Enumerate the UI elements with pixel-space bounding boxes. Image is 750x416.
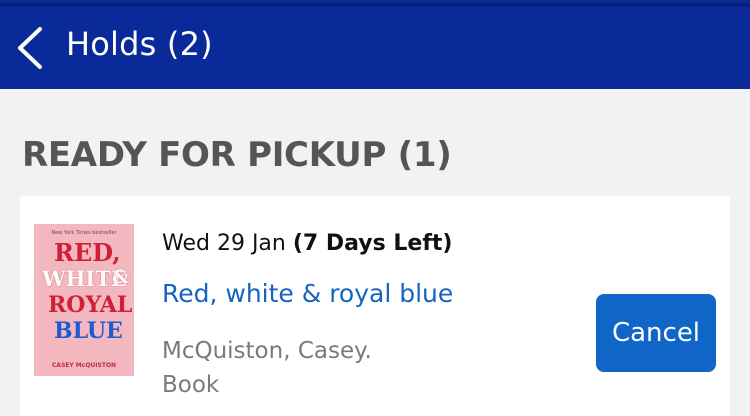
cover-tagline: New York Times bestseller xyxy=(51,230,117,236)
status-strip xyxy=(0,3,750,7)
cancel-button[interactable]: Cancel xyxy=(596,294,716,372)
top-app-bar: Holds (2) xyxy=(0,0,750,89)
pickup-date: Wed 29 Jan xyxy=(162,231,286,256)
chevron-left-icon xyxy=(18,27,42,69)
days-left: (7 Days Left) xyxy=(292,231,453,256)
cover-ampersand: & xyxy=(112,266,130,288)
book-format: Book xyxy=(162,372,220,398)
cover-word-red: RED, xyxy=(54,238,121,267)
hold-card: New York Times bestseller RED, WHITE & R… xyxy=(20,196,730,416)
pickup-date-line: Wed 29 Jan (7 Days Left) xyxy=(162,229,453,259)
book-author: McQuiston, Casey. xyxy=(162,338,372,364)
book-title-link[interactable]: Red, white & royal blue xyxy=(162,277,453,311)
cover-author: CASEY McQUISTON xyxy=(51,362,117,369)
section-heading: READY FOR PICKUP (1) xyxy=(22,135,452,175)
cover-word-blue: BLUE xyxy=(54,318,123,344)
back-button[interactable] xyxy=(12,25,48,71)
cover-word-royal: ROYAL xyxy=(48,292,133,318)
page-title: Holds (2) xyxy=(66,25,213,63)
book-cover[interactable]: New York Times bestseller RED, WHITE & R… xyxy=(34,224,134,376)
